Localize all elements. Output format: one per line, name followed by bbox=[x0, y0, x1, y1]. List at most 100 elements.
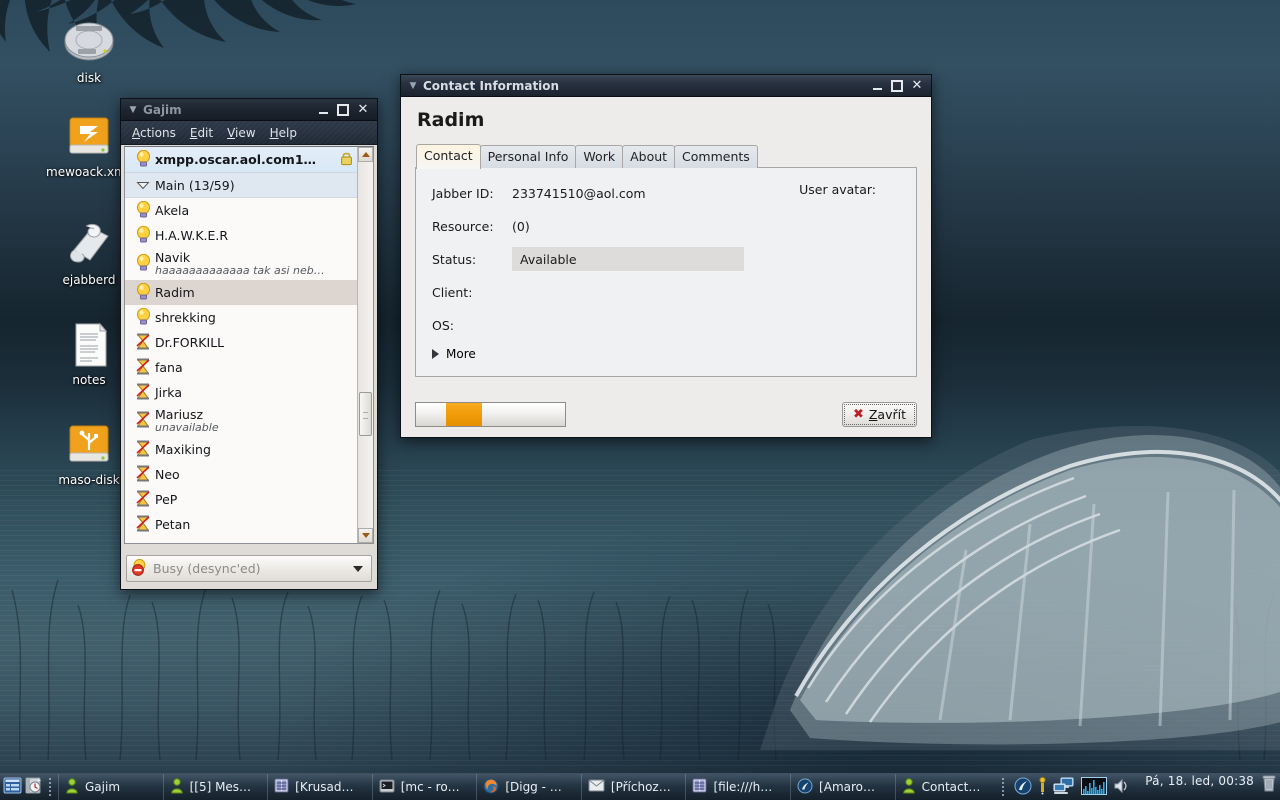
desktop[interactable]: disk mewoack.xmp ejabberd notes maso-dis… bbox=[0, 0, 1280, 800]
contact-name: Mariusz bbox=[155, 407, 204, 422]
tab-work[interactable]: Work bbox=[575, 145, 624, 168]
roster-contact-row[interactable]: Dr.FORKILL bbox=[125, 330, 357, 355]
krusader-icon bbox=[274, 778, 289, 796]
roster-contact-row[interactable]: Navik haaaaaaaaaaaaa tak asi neb… bbox=[125, 248, 357, 280]
task-button[interactable]: [[5] Mes… bbox=[162, 774, 268, 800]
system-load-tray-icon[interactable] bbox=[1081, 776, 1108, 798]
field-resource: Resource: (0) bbox=[432, 215, 900, 237]
contact-name: Maxiking bbox=[155, 442, 211, 457]
roster-contact-row[interactable]: H.A.W.K.E.R bbox=[125, 223, 357, 248]
contact-status-message: haaaaaaaaaaaaa tak asi neb… bbox=[155, 264, 325, 277]
vcard-titlebar[interactable]: ▼ Contact Information ✕ bbox=[401, 75, 931, 97]
gajim-menubar[interactable]: Actions Edit View Help bbox=[121, 121, 377, 145]
taskbar-launchers[interactable] bbox=[0, 774, 58, 800]
trash-icon[interactable] bbox=[1262, 774, 1280, 800]
task-button[interactable]: [Amaro… bbox=[790, 774, 895, 800]
task-button[interactable]: [Příchoz… bbox=[580, 774, 686, 800]
expander-closed-icon[interactable] bbox=[432, 349, 439, 359]
task-button[interactable]: Gajim bbox=[58, 774, 163, 800]
orange-drive-icon bbox=[69, 117, 109, 154]
close-icon[interactable]: ✕ bbox=[911, 79, 923, 93]
mail-icon bbox=[588, 779, 605, 795]
roster-scrollbar[interactable] bbox=[357, 147, 373, 543]
task-button[interactable]: [mc - ro… bbox=[371, 774, 477, 800]
terminal-icon bbox=[379, 779, 395, 796]
clock[interactable]: Pá, 18. led, 00:38 bbox=[1137, 774, 1262, 800]
roster-container: xmpp.oscar.aol.com1… Main (13/59) Akela bbox=[124, 146, 374, 544]
more-expander[interactable]: More bbox=[432, 347, 900, 361]
scroll-down-button[interactable] bbox=[358, 528, 373, 543]
busy-icon bbox=[131, 558, 148, 579]
close-button[interactable]: ✖ Zavřít bbox=[841, 402, 917, 427]
gajim-window[interactable]: ▼ Gajim ✕ Actions Edit View Help xmpp.os… bbox=[120, 98, 378, 590]
window-menu-icon[interactable]: ▼ bbox=[405, 81, 421, 91]
roster-contact-row[interactable]: Neo bbox=[125, 462, 357, 487]
tray-handle[interactable] bbox=[1001, 777, 1007, 797]
scrollbar-thumb[interactable] bbox=[359, 392, 372, 436]
clock-book-icon[interactable] bbox=[24, 776, 44, 798]
roster-contact-row[interactable]: Mariusz unavailable bbox=[125, 405, 357, 437]
roster-contact-row[interactable]: Maxiking bbox=[125, 437, 357, 462]
taskbar[interactable]: Gajim [[5] Mes… [Krusad… [mc - ro… [Digg… bbox=[0, 773, 1280, 800]
tab-contact[interactable]: Contact bbox=[416, 144, 481, 169]
close-icon[interactable]: ✕ bbox=[357, 103, 369, 117]
offline-icon bbox=[131, 411, 155, 431]
chevron-down-icon[interactable] bbox=[353, 565, 363, 572]
field-value[interactable]: (0) bbox=[512, 219, 530, 234]
roster-contact-row[interactable]: shrekking bbox=[125, 305, 357, 330]
vcard-title: Contact Information bbox=[423, 78, 560, 93]
contact-information-window[interactable]: ▼ Contact Information ✕ Radim Contact Pe… bbox=[400, 74, 932, 438]
harddisk-icon bbox=[64, 22, 114, 61]
expander-open-icon[interactable] bbox=[131, 178, 155, 193]
vcard-tabs[interactable]: Contact Personal Info Work About Comment… bbox=[416, 144, 917, 169]
roster-contact-row[interactable]: Jirka bbox=[125, 380, 357, 405]
tab-about[interactable]: About bbox=[622, 145, 676, 168]
minimize-icon[interactable] bbox=[871, 79, 883, 93]
task-label: [[5] Mes… bbox=[189, 780, 252, 794]
panel-handle[interactable] bbox=[48, 777, 53, 797]
menu-view[interactable]: View bbox=[221, 124, 263, 142]
contact-name: H.A.W.K.E.R bbox=[155, 228, 229, 243]
task-button[interactable]: [Krusad… bbox=[267, 774, 372, 800]
window-list-icon[interactable] bbox=[3, 776, 22, 798]
roster-contact-row[interactable]: fana bbox=[125, 355, 357, 380]
volume-tray-icon[interactable] bbox=[1113, 778, 1131, 797]
roster-list[interactable]: xmpp.oscar.aol.com1… Main (13/59) Akela bbox=[125, 147, 357, 543]
task-button-active[interactable]: Contact… bbox=[894, 774, 1000, 800]
maximize-icon[interactable] bbox=[891, 79, 903, 93]
gajim-titlebar[interactable]: ▼ Gajim ✕ bbox=[121, 99, 377, 121]
system-tray[interactable] bbox=[1008, 774, 1137, 800]
task-list[interactable]: Gajim [[5] Mes… [Krusad… [mc - ro… [Digg… bbox=[58, 774, 999, 800]
contact-name: Neo bbox=[155, 467, 180, 482]
menu-help[interactable]: Help bbox=[264, 124, 305, 142]
task-button[interactable]: [Digg - … bbox=[476, 774, 581, 800]
minimize-icon[interactable] bbox=[317, 103, 329, 117]
amarok-tray-icon[interactable] bbox=[1014, 777, 1032, 798]
scroll-up-button[interactable] bbox=[358, 147, 373, 162]
menu-edit[interactable]: Edit bbox=[184, 124, 221, 142]
field-label: Status: bbox=[432, 251, 477, 267]
network-monitor-tray-icon[interactable] bbox=[1053, 777, 1075, 798]
roster-contact-row[interactable]: PeP bbox=[125, 487, 357, 512]
status-selector[interactable]: Busy (desync'ed) bbox=[126, 555, 372, 582]
online-bulb-icon bbox=[131, 149, 155, 170]
roster-contact-row[interactable]: Petan bbox=[125, 512, 357, 537]
klipper-tray-icon[interactable] bbox=[1038, 776, 1047, 798]
field-value[interactable]: 233741510@aol.com bbox=[512, 186, 646, 201]
roster-group-row[interactable]: Main (13/59) bbox=[125, 173, 357, 198]
desktop-icon-disk[interactable]: disk bbox=[46, 18, 132, 85]
field-value[interactable]: Available bbox=[512, 247, 744, 271]
menu-actions[interactable]: Actions bbox=[126, 124, 184, 142]
text-document-icon bbox=[75, 322, 108, 367]
roster-contact-row-selected[interactable]: Radim bbox=[125, 280, 357, 305]
task-button[interactable]: [file:///h… bbox=[685, 774, 790, 800]
online-bulb-icon bbox=[131, 200, 155, 221]
roster-contact-row[interactable]: Akela bbox=[125, 198, 357, 223]
maximize-icon[interactable] bbox=[337, 103, 349, 117]
gajim-icon bbox=[65, 777, 79, 797]
window-menu-icon[interactable]: ▼ bbox=[125, 105, 141, 115]
tab-comments[interactable]: Comments bbox=[674, 145, 758, 168]
contact-name: PeP bbox=[155, 492, 178, 507]
roster-account-row[interactable]: xmpp.oscar.aol.com1… bbox=[125, 147, 357, 173]
tab-personal-info[interactable]: Personal Info bbox=[479, 145, 577, 168]
